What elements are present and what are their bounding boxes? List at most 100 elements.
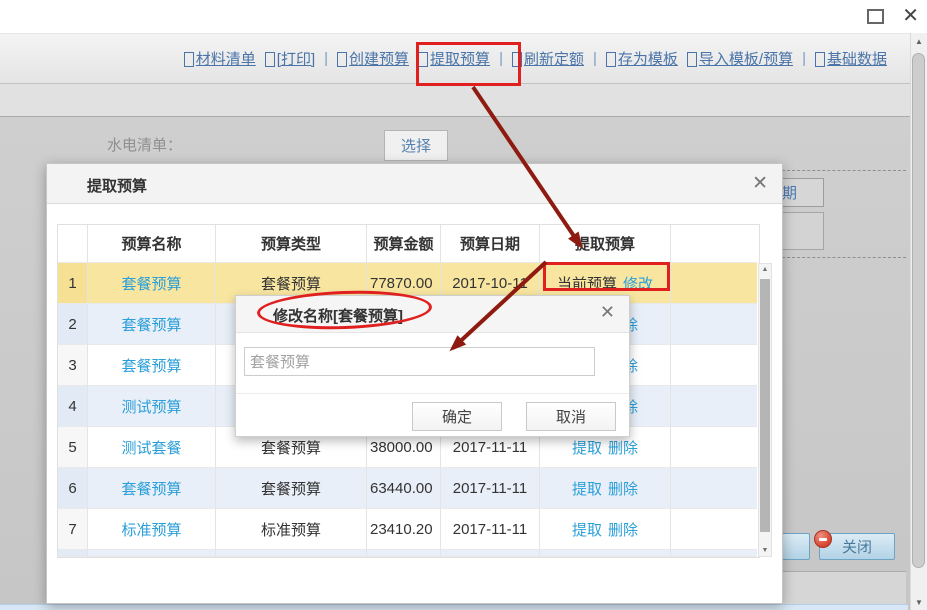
toolbar-link-1[interactable]: 材料清单 [184, 48, 256, 69]
dialog-close-icon[interactable]: ✕ [600, 302, 615, 323]
page-scrollbar-thumb[interactable] [912, 53, 925, 568]
budget-name-link[interactable]: 测试套餐 [121, 437, 181, 458]
delete-link[interactable]: 删除 [608, 478, 638, 499]
background-dashed-divider [782, 257, 906, 258]
toolbar-link-3[interactable]: 创建预算 [337, 48, 409, 69]
bottom-window-edge [0, 604, 908, 610]
toolbar-link-6[interactable]: 存为模板 [606, 48, 678, 69]
budget-name-link[interactable]: 测试预算 [121, 396, 181, 417]
form-header-band [0, 84, 927, 117]
toolbar-separator: | [324, 50, 328, 67]
table-row[interactable]: 7标准预算标准预算23410.202017-11-11提取删除 [58, 509, 759, 550]
toolbar-link-8[interactable]: 基础数据 [815, 48, 887, 69]
empty-cell [671, 263, 757, 304]
empty-cell [671, 509, 757, 550]
modal-close-icon[interactable]: ✕ [752, 172, 768, 195]
ok-button[interactable]: 确定 [412, 402, 502, 431]
missing-glyph-icon [337, 52, 347, 67]
table-scrollbar-thumb[interactable] [760, 279, 770, 532]
current-budget-label: 当前预算 [557, 273, 617, 294]
missing-glyph-icon [265, 52, 275, 67]
partial-cell [58, 550, 88, 557]
toolbar-link-7[interactable]: 导入模板/预算 [687, 48, 793, 69]
missing-glyph-icon [184, 52, 194, 67]
budget-name-cell: 套餐预算 [88, 304, 216, 345]
cancel-button[interactable]: 取消 [526, 402, 616, 431]
budget-date-cell: 2017-11-11 [441, 509, 540, 550]
toolbar-link-label: 提取预算 [430, 48, 490, 69]
column-header [58, 225, 88, 263]
budget-amount-cell: 63440.00 [367, 468, 441, 509]
toolbar: 材料清单[打印]|创建预算提取预算|刷新定额|存为模板导入模板/预算|基础数据 [0, 33, 927, 84]
row-number: 6 [58, 468, 88, 509]
budget-name-cell: 套餐预算 [88, 468, 216, 509]
partial-cell [671, 550, 757, 557]
toolbar-link-2[interactable]: [打印] [265, 48, 315, 69]
empty-cell [671, 304, 757, 345]
window-titlebar: ✕ [0, 0, 927, 33]
dialog-footer-divider [236, 393, 629, 394]
page-scrollbar[interactable]: ▲ ▼ [910, 33, 927, 610]
partial-cell [88, 550, 216, 557]
budget-name-link[interactable]: 套餐预算 [121, 355, 181, 376]
empty-cell [671, 468, 757, 509]
extract-link[interactable]: 提取 [572, 437, 602, 458]
background-dashed-divider [782, 170, 906, 171]
scroll-up-icon[interactable]: ▲ [911, 37, 927, 46]
clipped-period-button[interactable]: 期 [781, 178, 824, 207]
budget-name-link[interactable]: 标准预算 [121, 519, 181, 540]
budget-name-cell: 套餐预算 [88, 345, 216, 386]
toolbar-link-label: 材料清单 [196, 48, 256, 69]
hydro-list-label: 水电清单： [107, 134, 182, 155]
dialog-header: 修改名称[套餐预算] ✕ [236, 296, 629, 333]
column-header: 提取预算 [540, 225, 671, 263]
minus-badge-icon[interactable] [814, 530, 832, 548]
budget-name-cell: 套餐预算 [88, 263, 216, 304]
budget-name-cell: 标准预算 [88, 509, 216, 550]
background-footer-panel [783, 571, 906, 604]
toolbar-link-4[interactable]: 提取预算 [418, 48, 490, 69]
partial-cell [540, 550, 671, 557]
column-header: 预算类型 [216, 225, 367, 263]
scroll-down-icon[interactable]: ▼ [911, 598, 927, 607]
partial-cell [441, 550, 540, 557]
maximize-icon[interactable] [867, 9, 884, 24]
extract-link[interactable]: 提取 [572, 519, 602, 540]
budget-name-link[interactable]: 套餐预算 [121, 478, 181, 499]
scroll-down-icon[interactable]: ▼ [759, 547, 771, 554]
row-number: 7 [58, 509, 88, 550]
empty-cell [671, 427, 757, 468]
delete-link[interactable]: 删除 [608, 437, 638, 458]
modal-title: 提取预算 [87, 175, 147, 196]
scroll-up-icon[interactable]: ▲ [759, 266, 771, 273]
column-header: 预算金额 [367, 225, 441, 263]
partial-table-row [58, 550, 759, 557]
budget-name-input[interactable] [244, 347, 595, 376]
column-header: 预算名称 [88, 225, 216, 263]
missing-glyph-icon [418, 52, 428, 67]
row-number: 2 [58, 304, 88, 345]
table-scrollbar[interactable]: ▲ ▼ [758, 263, 772, 557]
budget-type-cell: 套餐预算 [216, 468, 367, 509]
action-cell: 提取删除 [540, 509, 671, 550]
column-header [671, 225, 757, 263]
budget-name-cell: 测试预算 [88, 386, 216, 427]
modal-header: 提取预算 ✕ [47, 164, 782, 204]
table-row[interactable]: 6套餐预算套餐预算63440.002017-11-11提取删除 [58, 468, 759, 509]
partial-cell [216, 550, 367, 557]
delete-link[interactable]: 删除 [608, 519, 638, 540]
window-close-icon[interactable]: ✕ [902, 3, 919, 29]
select-button[interactable]: 选择 [384, 130, 448, 161]
toolbar-link-label: [打印] [277, 48, 315, 69]
budget-type-cell: 标准预算 [216, 509, 367, 550]
row-number: 5 [58, 427, 88, 468]
background-box [781, 212, 824, 250]
budget-name-link[interactable]: 套餐预算 [121, 314, 181, 335]
modify-link[interactable]: 修改 [623, 273, 653, 294]
row-number: 1 [58, 263, 88, 304]
toolbar-link-5[interactable]: 刷新定额 [512, 48, 584, 69]
budget-amount-cell: 23410.20 [367, 509, 441, 550]
budget-name-link[interactable]: 套餐预算 [121, 273, 181, 294]
extract-link[interactable]: 提取 [572, 478, 602, 499]
toolbar-separator: | [499, 50, 503, 67]
